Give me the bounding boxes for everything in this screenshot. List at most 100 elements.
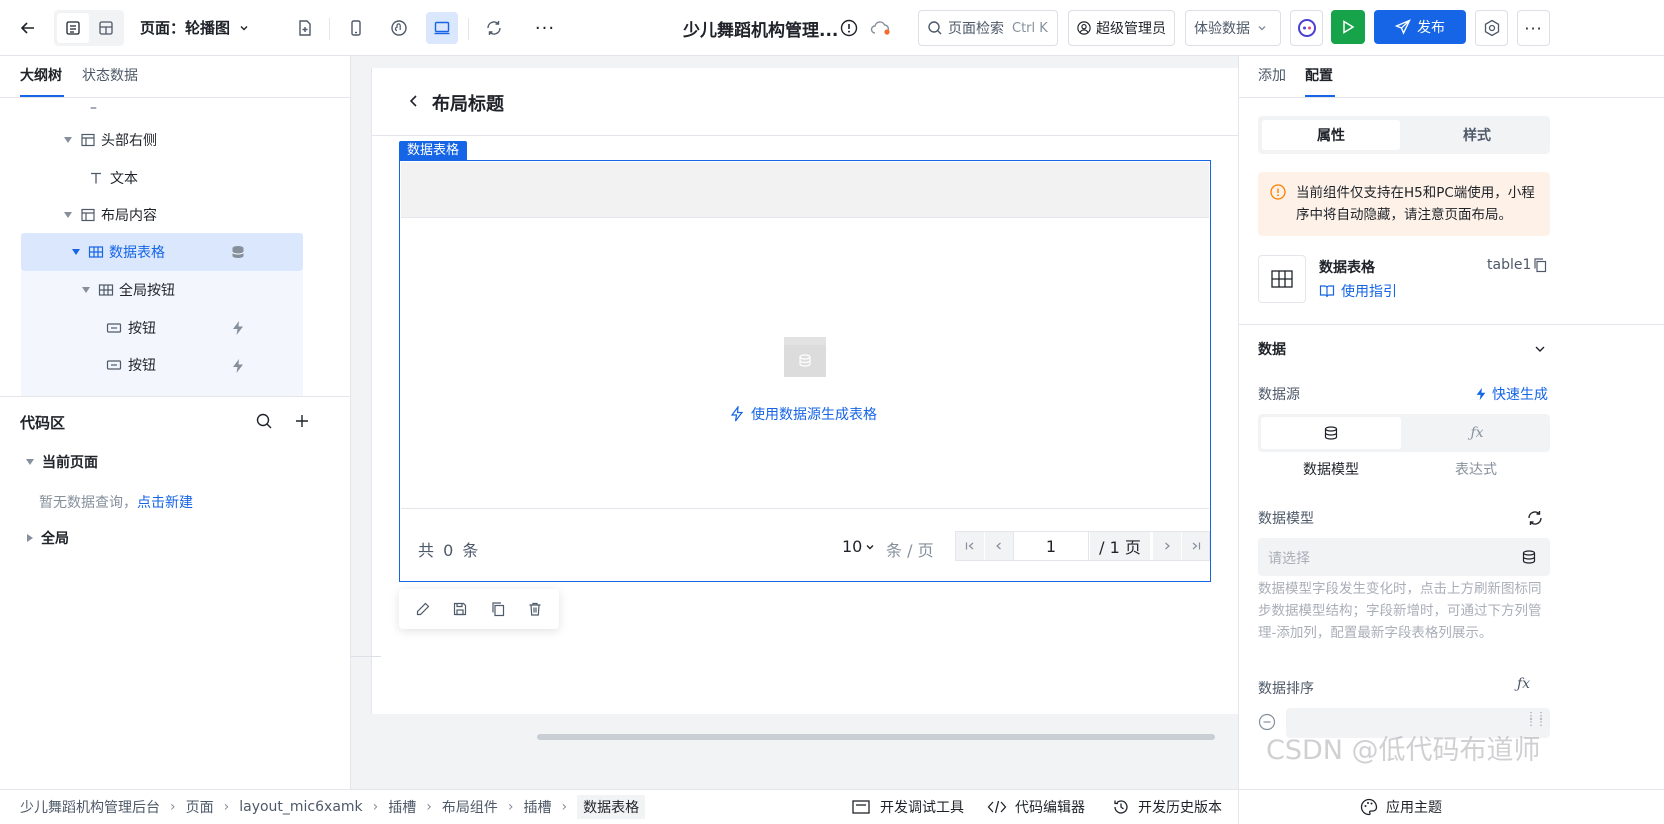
- debug-tool-button[interactable]: 开发调试工具: [852, 790, 964, 824]
- outline-tree: – 头部右侧 文本 布局内容 数据表格 全局按钮 按钮 按钮: [0, 98, 350, 396]
- add-icon[interactable]: [293, 412, 311, 430]
- caret-down-icon[interactable]: [64, 212, 72, 218]
- tree-item-header-right[interactable]: 头部右侧: [64, 120, 157, 160]
- caret-right-icon[interactable]: [27, 534, 33, 542]
- tab-add[interactable]: 添加: [1258, 65, 1286, 85]
- event-bolt-icon[interactable]: [230, 320, 246, 336]
- more-menu-icon[interactable]: ···: [1517, 10, 1550, 46]
- breadcrumb-item-current[interactable]: 数据表格: [577, 795, 646, 819]
- quick-generate-link[interactable]: 快速生成: [1474, 384, 1548, 404]
- database-icon: [1324, 426, 1338, 440]
- data-table-component[interactable]: 使用数据源生成表格 共 0 条 10 条 / 页 1 / 1 页: [399, 160, 1211, 582]
- search-icon[interactable]: [255, 412, 273, 430]
- prev-page-icon[interactable]: [985, 532, 1013, 560]
- subtab-style[interactable]: 样式: [1408, 120, 1546, 150]
- pc-preview-icon[interactable]: [426, 12, 458, 44]
- publish-button[interactable]: 发布: [1374, 10, 1466, 44]
- caret-down-icon[interactable]: [82, 287, 90, 293]
- tree-item-text[interactable]: 文本: [88, 158, 138, 198]
- tab-outline-tree[interactable]: 大纲树: [20, 65, 62, 85]
- database-icon[interactable]: [230, 244, 246, 260]
- table-header: [401, 162, 1209, 218]
- app-theme-button[interactable]: 应用主题: [1360, 790, 1442, 824]
- event-bolt-icon[interactable]: [230, 358, 246, 374]
- fx-icon[interactable]: ƒx: [1408, 417, 1546, 449]
- save-icon[interactable]: [452, 601, 468, 617]
- miniprogram-icon[interactable]: [383, 12, 415, 44]
- first-page-icon[interactable]: [956, 532, 984, 560]
- caret-down-icon[interactable]: [72, 249, 80, 255]
- run-button[interactable]: [1331, 10, 1365, 44]
- tree-item-data-table[interactable]: 数据表格: [72, 232, 165, 272]
- component-icon: [1258, 255, 1306, 303]
- sort-field-input[interactable]: ⋮⋮ ⋮⋮: [1286, 708, 1550, 738]
- page-list-icon[interactable]: [57, 13, 89, 43]
- data-model-select[interactable]: 请选择: [1258, 538, 1550, 576]
- warning-text: 当前组件仅支持在H5和PC端使用，小程序中将自动隐藏，请注意页面布局。: [1296, 185, 1535, 223]
- tree-item-label: 文本: [110, 171, 138, 187]
- tree-item-label: 按钮: [128, 321, 156, 337]
- breadcrumb-item[interactable]: 插槽: [523, 797, 551, 817]
- page-selector[interactable]: 页面：轮播图: [140, 17, 250, 38]
- breadcrumb-item[interactable]: 少儿舞蹈机构管理后台: [20, 797, 160, 817]
- breadcrumb-separator-icon: ›: [426, 799, 432, 815]
- ai-assistant-icon[interactable]: [1290, 10, 1323, 46]
- subtab-property[interactable]: 属性: [1262, 120, 1400, 150]
- component-tag[interactable]: 数据表格: [399, 141, 468, 160]
- caret-down-icon[interactable]: [26, 459, 34, 465]
- table-icon: [88, 246, 104, 258]
- tree-item-global-buttons[interactable]: 全局按钮: [82, 270, 175, 310]
- remove-circle-icon[interactable]: [1258, 713, 1276, 731]
- chevron-down-icon: [866, 544, 874, 549]
- breadcrumb-item[interactable]: 插槽: [388, 797, 416, 817]
- tab-state-data[interactable]: 状态数据: [82, 65, 138, 85]
- copy-id-icon[interactable]: [1532, 257, 1548, 273]
- code-editor-button[interactable]: 代码编辑器: [987, 790, 1085, 824]
- more-icon[interactable]: ···: [529, 12, 561, 44]
- new-page-icon[interactable]: [289, 12, 321, 44]
- next-page-icon[interactable]: [1153, 532, 1181, 560]
- back-chevron-icon[interactable]: [407, 94, 421, 108]
- breadcrumb-item[interactable]: layout_mic6xamk: [239, 799, 362, 815]
- edit-icon[interactable]: [415, 601, 431, 617]
- component-name: 数据表格: [1319, 260, 1375, 276]
- generate-table-link[interactable]: 使用数据源生成表格: [729, 404, 877, 424]
- current-page-input[interactable]: 1: [1013, 532, 1089, 560]
- debug-console-icon: [852, 800, 870, 814]
- source-model-option[interactable]: [1261, 417, 1401, 449]
- generate-table-text: 使用数据源生成表格: [751, 407, 877, 423]
- page-size-select[interactable]: 10: [842, 537, 876, 556]
- breadcrumb-item[interactable]: 布局组件: [442, 797, 498, 817]
- mobile-preview-icon[interactable]: [340, 12, 372, 44]
- refresh-model-icon[interactable]: [1526, 509, 1544, 527]
- code-global[interactable]: 全局: [27, 518, 69, 558]
- cloud-sync-icon[interactable]: [870, 19, 892, 37]
- history-clock-icon: [1114, 800, 1128, 814]
- tree-item-button[interactable]: 按钮: [106, 308, 156, 348]
- refresh-icon[interactable]: [478, 12, 510, 44]
- settings-icon[interactable]: [1475, 10, 1508, 46]
- caret-down-icon[interactable]: [64, 137, 72, 143]
- tree-item-layout-content[interactable]: 布局内容: [64, 195, 157, 235]
- canvas-scrollbar[interactable]: [537, 734, 1215, 740]
- fx-icon[interactable]: ƒx: [1517, 676, 1530, 692]
- breadcrumb-item[interactable]: 页面: [186, 797, 214, 817]
- left-panel: 大纲树 状态数据 – 头部右侧 文本 布局内容 数据表格 全局按钮 按钮 按钮 …: [0, 56, 351, 789]
- last-page-icon[interactable]: [1182, 532, 1209, 560]
- tab-config[interactable]: 配置: [1305, 65, 1333, 85]
- code-current-page[interactable]: 当前页面: [26, 442, 98, 482]
- drag-handle-icon[interactable]: ⋮⋮ ⋮⋮: [1526, 712, 1546, 728]
- user-button[interactable]: 超级管理员: [1068, 10, 1175, 46]
- copy-icon[interactable]: [490, 601, 506, 617]
- data-env-select[interactable]: 体验数据: [1185, 10, 1281, 46]
- chevron-down-icon[interactable]: [1533, 342, 1547, 356]
- usage-guide-link[interactable]: 使用指引: [1319, 281, 1397, 301]
- tree-item-button[interactable]: 按钮: [106, 345, 156, 385]
- delete-icon[interactable]: [527, 601, 543, 617]
- history-button[interactable]: 开发历史版本: [1112, 790, 1222, 824]
- info-icon[interactable]: [840, 19, 858, 37]
- back-arrow-icon[interactable]: [12, 12, 44, 44]
- page-search-button[interactable]: 页面检索 Ctrl K: [918, 10, 1058, 46]
- create-query-link[interactable]: 点击新建: [137, 495, 193, 511]
- layout-icon[interactable]: [91, 13, 121, 43]
